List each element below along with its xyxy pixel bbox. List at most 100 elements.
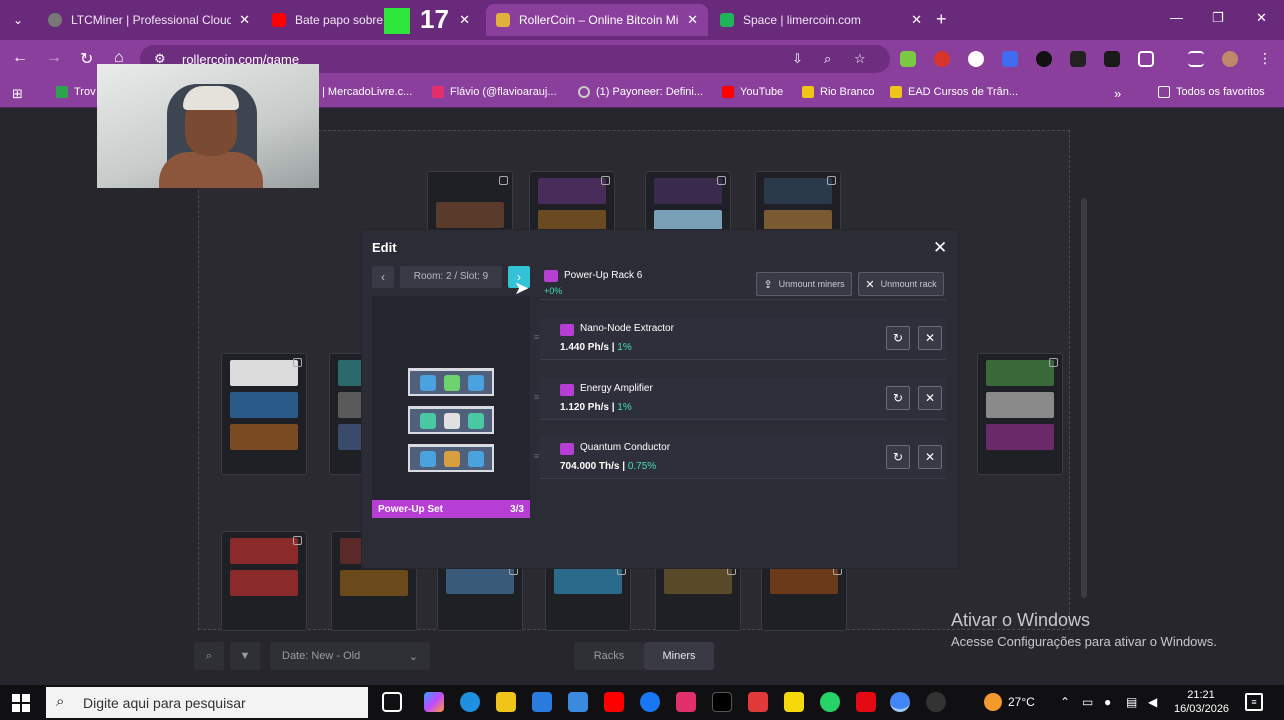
browser-menu-icon[interactable]: ⋮ [1258, 50, 1272, 67]
edge-icon[interactable] [460, 692, 480, 712]
tab-miners[interactable]: Miners [644, 642, 714, 670]
volume-icon[interactable]: ◀ [1148, 695, 1157, 709]
room-scrollbar[interactable] [1081, 198, 1087, 598]
close-tab-icon[interactable]: ✕ [239, 12, 250, 28]
extension-a-icon[interactable] [1036, 51, 1052, 67]
power-up-set-bar: Power-Up Set 3/3 [372, 500, 530, 518]
extension-red-icon[interactable] [934, 51, 950, 67]
rack[interactable] [977, 353, 1063, 475]
drag-handle-icon[interactable]: ≡ [534, 451, 539, 461]
rack[interactable] [761, 561, 847, 631]
extension-chart-icon[interactable] [900, 51, 916, 67]
tray-chevron-up-icon[interactable]: ⌃ [1060, 695, 1070, 709]
miner-row: ≡ Energy Amplifier 1.120 Ph/s | 1% ↻ ✕ [534, 378, 946, 420]
apps-grid-icon[interactable]: ⊞ [12, 86, 23, 102]
trovo-icon [56, 86, 68, 98]
restore-window-icon[interactable]: ❐ [1212, 10, 1224, 26]
bookmark-mercadolivre[interactable]: | MercadoLivre.c... [322, 86, 412, 98]
rack-type-icon [544, 270, 558, 282]
tab-limercoin[interactable]: Space | limercoin.com ✕ [710, 4, 932, 36]
close-window-icon[interactable]: ✕ [1256, 10, 1267, 26]
weather-icon[interactable] [984, 693, 1002, 711]
microphone-icon[interactable]: ● [1104, 695, 1111, 709]
outlook-icon[interactable] [568, 692, 588, 712]
close-icon[interactable]: ✕ [933, 239, 947, 256]
clock[interactable]: 21:21 16/03/2026 [1174, 688, 1229, 716]
tab-ltcminer[interactable]: LTCMiner | Professional Cloud M ✕ [38, 4, 260, 36]
bookmark-youtube[interactable]: YouTube [722, 86, 783, 98]
remove-miner-icon[interactable]: ✕ [918, 386, 942, 410]
close-tab-icon[interactable]: ✕ [687, 12, 698, 28]
zoom-icon[interactable]: ⌕ [824, 51, 831, 67]
back-icon[interactable]: ← [12, 49, 28, 67]
replace-miner-icon[interactable]: ↻ [886, 326, 910, 350]
rack[interactable] [545, 561, 631, 631]
remove-miner-icon[interactable]: ✕ [918, 326, 942, 350]
bookmark-payoneer[interactable]: (1) Payoneer: Defini... [578, 86, 703, 98]
network-icon[interactable]: ▤ [1126, 695, 1137, 709]
file-explorer-icon[interactable] [496, 692, 516, 712]
unmount-miners-button[interactable]: ⇪ Unmount miners [756, 272, 852, 296]
rack[interactable] [221, 531, 307, 631]
rack[interactable] [221, 353, 307, 475]
tab-racks[interactable]: Racks [574, 642, 644, 670]
copilot-icon[interactable] [424, 692, 444, 712]
tab-rollercoin[interactable]: RollerCoin – Online Bitcoin Min ✕ [486, 4, 708, 36]
windows-start-icon[interactable] [12, 694, 30, 712]
whatsapp-icon[interactable] [820, 692, 840, 712]
reading-list-icon[interactable] [1188, 51, 1204, 67]
new-tab-button[interactable]: + [936, 9, 947, 30]
taskbar-search-input[interactable]: ⌕ Digite aqui para pesquisar [46, 687, 368, 718]
sort-dropdown[interactable]: Date: New - Old ⌄ [270, 642, 430, 670]
reload-icon[interactable]: ↻ [80, 49, 93, 69]
extension-dark-icon[interactable] [1070, 51, 1086, 67]
bookmark-instagram[interactable]: Flávio (@flavioarauj... [432, 86, 557, 98]
unmount-rack-button[interactable]: ✕ Unmount rack [858, 272, 944, 296]
extensions-puzzle-icon[interactable] [1138, 51, 1154, 67]
close-tab-icon[interactable]: ✕ [459, 12, 470, 28]
chrome-icon[interactable] [890, 692, 910, 712]
youtube-app-icon[interactable] [604, 692, 624, 712]
bookmarks-overflow-icon[interactable]: » [1114, 86, 1121, 101]
tab-search-icon[interactable]: ⌄ [8, 10, 28, 30]
drag-handle-icon[interactable]: ≡ [534, 332, 539, 342]
bookmark-star-icon[interactable]: ☆ [854, 51, 866, 67]
bookmark-ead[interactable]: EAD Cursos de Trân... [890, 86, 1018, 98]
replace-miner-icon[interactable]: ↻ [886, 445, 910, 469]
x-app-icon[interactable] [712, 692, 732, 712]
facebook-icon[interactable] [640, 692, 660, 712]
chevron-down-icon: ⌄ [408, 650, 418, 663]
rack[interactable] [655, 561, 741, 631]
remove-miner-icon[interactable]: ✕ [918, 445, 942, 469]
temperature: 27°C [1008, 695, 1035, 709]
bookmark-trov[interactable]: Trov [56, 86, 96, 98]
forward-icon[interactable]: → [46, 49, 62, 67]
kick-logo-icon [384, 8, 410, 34]
shopee-icon[interactable] [748, 692, 768, 712]
profile-avatar[interactable] [1222, 51, 1238, 67]
instagram-app-icon[interactable] [676, 692, 696, 712]
extension-slash-icon[interactable] [1104, 51, 1120, 67]
filter-icon[interactable]: ▼ [230, 642, 260, 670]
minimize-window-icon[interactable]: — [1170, 10, 1183, 25]
task-view-icon[interactable] [382, 692, 402, 712]
install-app-icon[interactable]: ⇩ [792, 51, 803, 67]
close-tab-icon[interactable]: ✕ [911, 12, 922, 28]
extension-face-icon[interactable] [968, 51, 984, 67]
replace-miner-icon[interactable]: ↻ [886, 386, 910, 410]
store-icon[interactable] [532, 692, 552, 712]
extension-shield-icon[interactable] [1002, 51, 1018, 67]
previous-slot-button[interactable]: ‹ [372, 266, 394, 288]
drag-handle-icon[interactable]: ≡ [534, 392, 539, 402]
all-bookmarks-folder[interactable]: Todos os favoritos [1158, 86, 1265, 98]
rack[interactable] [437, 561, 523, 631]
notifications-icon[interactable]: ≡ [1245, 693, 1263, 711]
mercadolivre-icon[interactable] [784, 692, 804, 712]
overlay-counter: 17 [420, 4, 449, 34]
bookmark-rio-branco[interactable]: Rio Branco [802, 86, 874, 98]
obs-icon[interactable] [926, 692, 946, 712]
battery-icon[interactable]: ▭ [1082, 695, 1093, 709]
netflix-icon[interactable] [856, 692, 876, 712]
instagram-icon [432, 86, 444, 98]
search-icon[interactable]: ⌕ [194, 642, 224, 670]
